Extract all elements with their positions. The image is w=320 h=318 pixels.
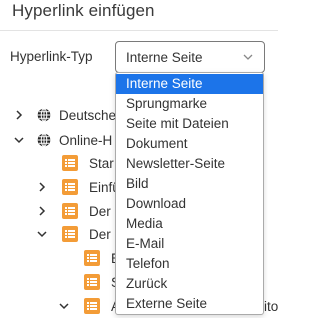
tree-item-label: Online-H	[59, 133, 113, 148]
tree-item-label-suffix: ito	[264, 299, 279, 314]
chevron-down-icon[interactable]	[36, 228, 48, 240]
hyperlink-type-dropdown[interactable]: Interne Seite Sprungmarke Seite mit Date…	[115, 72, 264, 315]
page-icon	[84, 250, 100, 266]
tree-item-label: Der	[89, 227, 111, 242]
dropdown-option[interactable]: E-Mail	[116, 234, 263, 254]
chevron-down-icon	[243, 54, 253, 60]
tree-item-label: Der	[89, 204, 111, 219]
page-icon	[84, 274, 100, 290]
dropdown-option[interactable]: Seite mit Dateien	[116, 114, 263, 134]
dropdown-option[interactable]: Sprungmarke	[116, 94, 263, 114]
page-icon	[84, 298, 100, 314]
dropdown-option[interactable]: Bild	[116, 174, 263, 194]
page-icon	[62, 226, 78, 242]
chevron-down-icon[interactable]	[58, 300, 70, 312]
chevron-right-icon[interactable]	[13, 109, 25, 121]
title-divider	[0, 30, 278, 31]
globe-icon	[37, 133, 51, 147]
dropdown-option[interactable]: Interne Seite	[116, 74, 263, 94]
dropdown-option[interactable]: Media	[116, 214, 263, 234]
chevron-down-icon[interactable]	[13, 134, 25, 146]
dropdown-option[interactable]: Externe Seite	[116, 294, 263, 314]
dialog-title: Hyperlink einfügen	[12, 1, 155, 20]
page-icon	[62, 155, 78, 171]
dropdown-option[interactable]: Telefon	[116, 254, 263, 274]
dropdown-option[interactable]: Newsletter-Seite	[116, 154, 263, 174]
hyperlink-type-value: Interne Seite	[126, 50, 203, 65]
dropdown-option[interactable]: Zurück	[116, 274, 263, 294]
hyperlink-type-select[interactable]: Interne Seite	[115, 41, 265, 73]
tree-item-label: Deutsche	[59, 108, 117, 123]
tree-item-label: Star	[89, 156, 114, 171]
dropdown-option[interactable]: Download	[116, 194, 263, 214]
hyperlink-type-label: Hyperlink-Typ	[10, 49, 93, 64]
chevron-right-icon[interactable]	[36, 205, 48, 217]
globe-icon	[37, 108, 51, 122]
chevron-right-icon[interactable]	[36, 181, 48, 193]
page-icon	[62, 179, 78, 195]
dropdown-option[interactable]: Dokument	[116, 134, 263, 154]
page-icon	[62, 203, 78, 219]
